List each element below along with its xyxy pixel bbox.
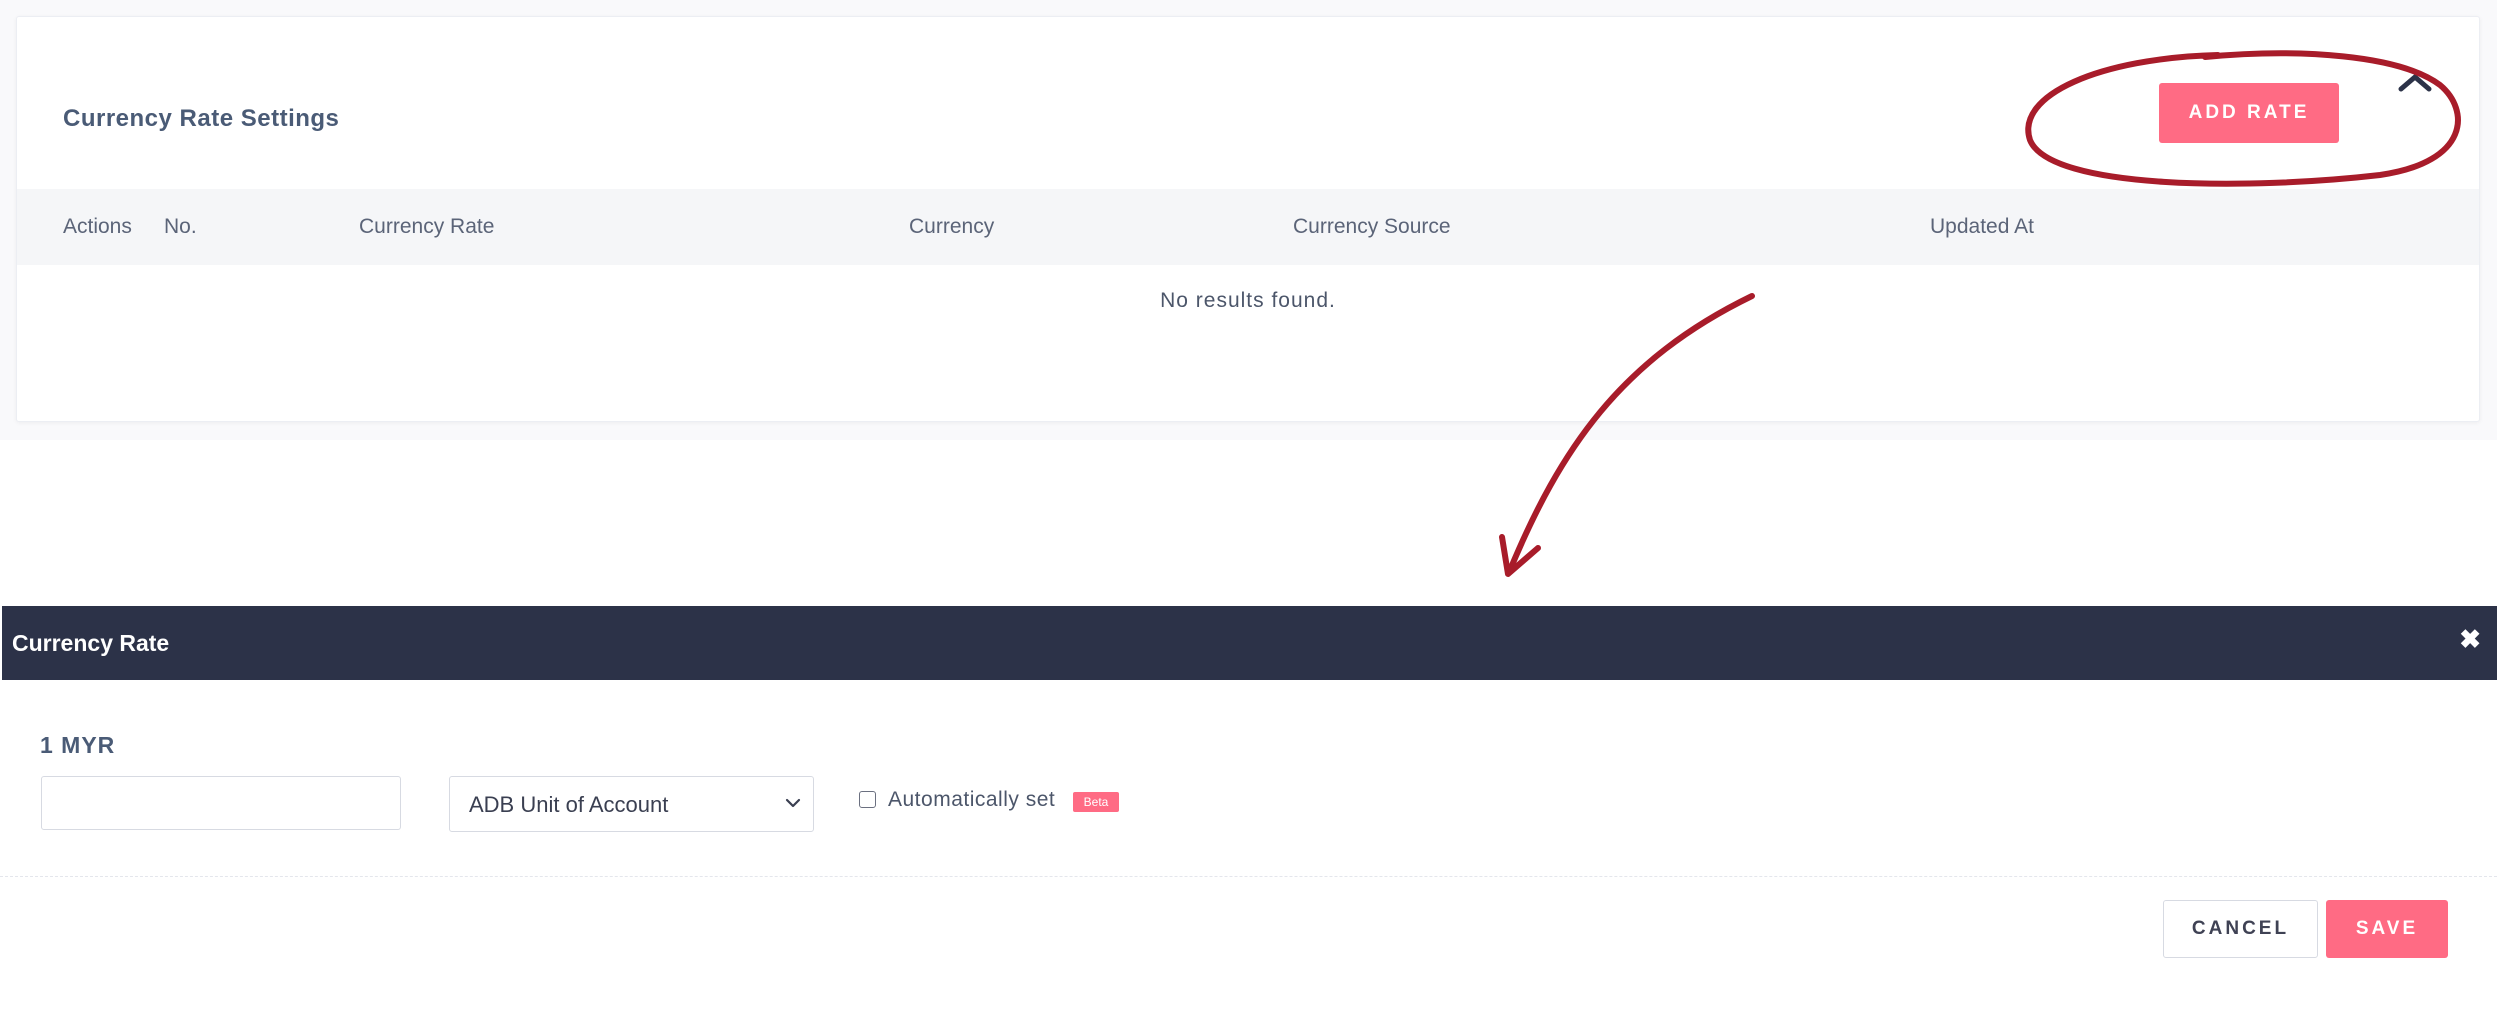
cancel-button[interactable]: CANCEL xyxy=(2163,900,2318,958)
currency-rate-settings-card: Currency Rate Settings ADD RATE Actions … xyxy=(16,16,2480,422)
annotation-arrowhead xyxy=(1499,534,1541,577)
auto-set-label[interactable]: Automatically set xyxy=(888,788,1055,812)
beta-badge: Beta xyxy=(1073,792,1119,812)
chevron-up-icon[interactable] xyxy=(2395,67,2435,97)
rate-input[interactable] xyxy=(41,776,401,830)
column-header-currency: Currency xyxy=(909,215,995,238)
modal-footer-divider xyxy=(0,876,2497,877)
empty-table-message: No results found. xyxy=(1160,289,1336,312)
table-header: Actions No. Currency Rate Currency Curre… xyxy=(17,189,2479,265)
column-header-no: No. xyxy=(164,215,197,238)
column-header-actions: Actions xyxy=(63,215,132,238)
column-header-currency-rate: Currency Rate xyxy=(359,215,495,238)
close-icon[interactable]: ✖ xyxy=(2459,624,2481,655)
chevron-down-icon xyxy=(785,798,801,808)
modal-title: Currency Rate xyxy=(12,630,170,656)
column-header-currency-source: Currency Source xyxy=(1293,215,1451,238)
column-header-updated-at: Updated At xyxy=(1930,215,2034,238)
modal-header: Currency Rate ✖ xyxy=(2,606,2497,680)
currency-select[interactable]: ADB Unit of Account xyxy=(449,776,814,832)
base-currency-label: 1 MYR xyxy=(40,732,116,758)
page-title: Currency Rate Settings xyxy=(63,105,340,132)
save-button[interactable]: SAVE xyxy=(2326,900,2448,958)
auto-set-checkbox[interactable] xyxy=(859,791,876,808)
add-rate-button[interactable]: ADD RATE xyxy=(2159,83,2339,143)
currency-select-value: ADB Unit of Account xyxy=(469,792,669,817)
